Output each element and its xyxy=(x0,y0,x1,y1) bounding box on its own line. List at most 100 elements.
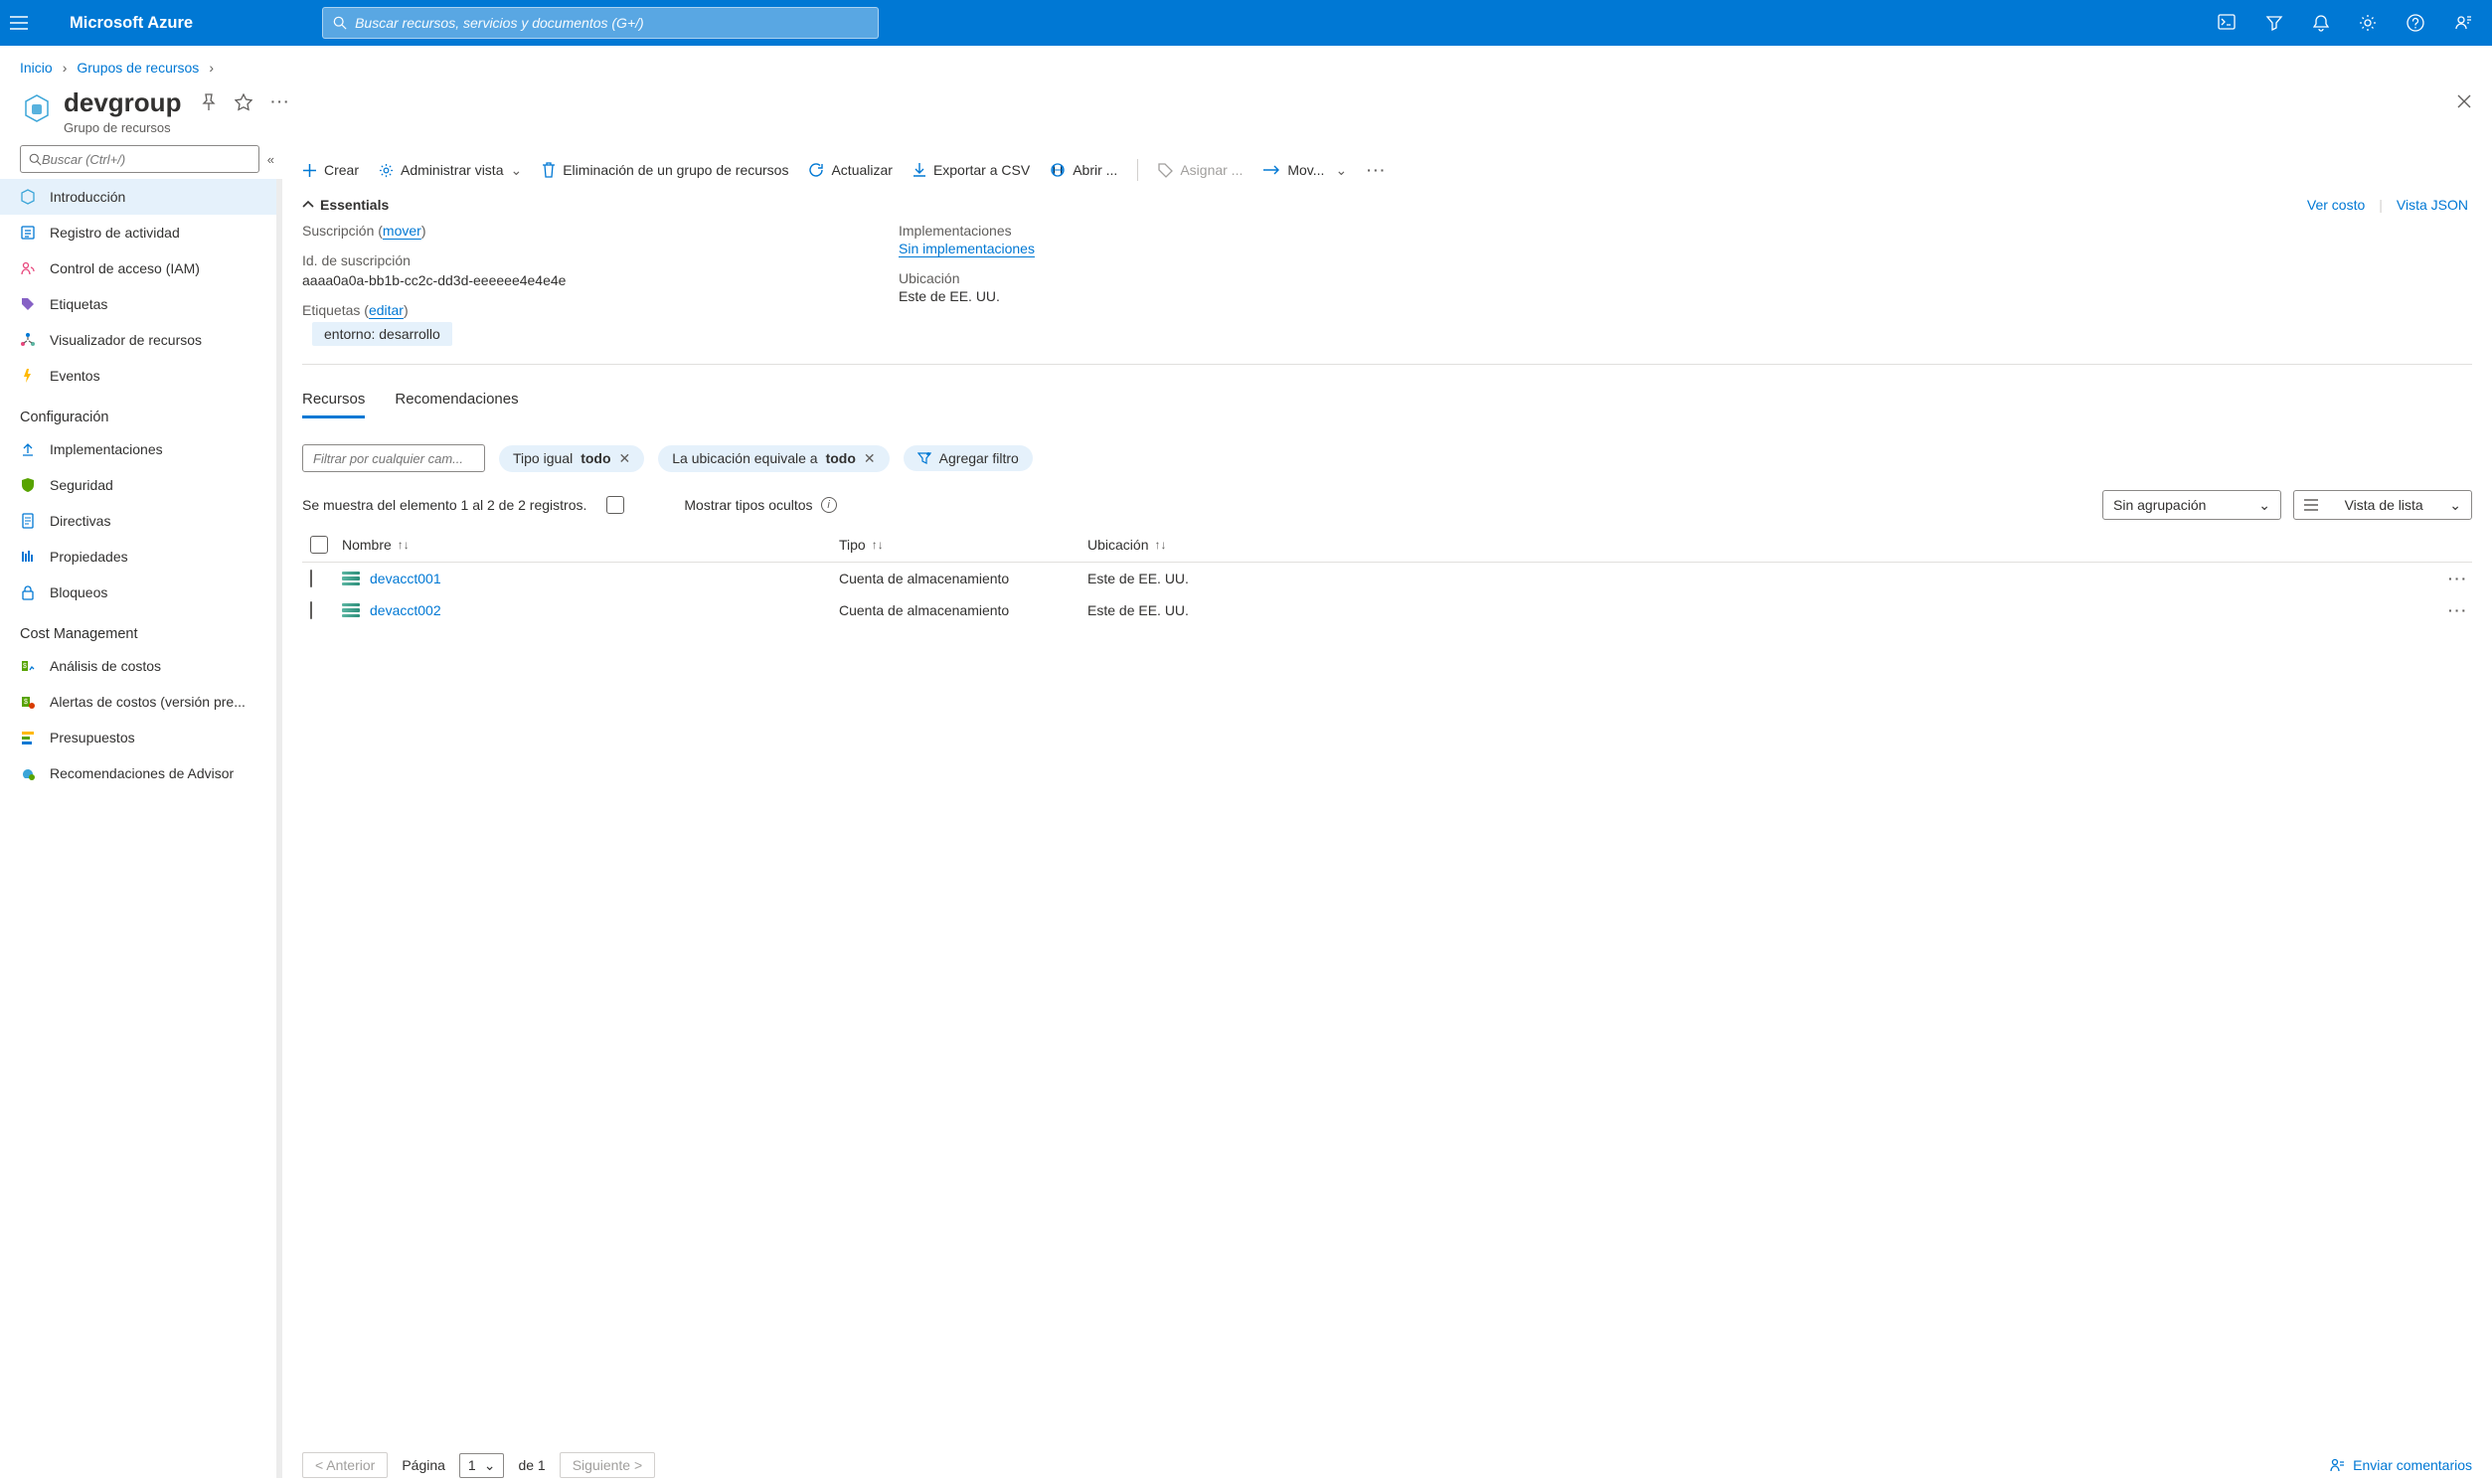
pager-of-label: de 1 xyxy=(518,1457,545,1473)
help-icon[interactable] xyxy=(2407,14,2424,32)
essentials-sep: | xyxy=(2379,197,2383,213)
breadcrumb-home[interactable]: Inicio xyxy=(20,60,53,76)
tags-icon xyxy=(20,296,38,312)
subscription-move-link[interactable]: mover xyxy=(383,223,421,239)
feedback-icon[interactable] xyxy=(2454,14,2472,32)
essentials-col-right: Implementaciones Sin implementaciones Ub… xyxy=(899,223,1415,346)
add-filter-button[interactable]: Agregar filtro xyxy=(904,445,1033,471)
sidebar-item-label: Control de acceso (IAM) xyxy=(50,260,200,276)
view-json-link[interactable]: Vista JSON xyxy=(2397,197,2468,213)
col-name[interactable]: Nombre↑↓ xyxy=(342,537,839,553)
sidebar-item-tags[interactable]: Etiquetas xyxy=(0,286,276,322)
pager-next-button[interactable]: Siguiente > xyxy=(560,1452,655,1478)
resource-link[interactable]: devacct002 xyxy=(370,602,441,618)
sidebar-item-cost-alerts[interactable]: $ Alertas de costos (versión pre... xyxy=(0,684,276,720)
sidebar-item-events[interactable]: Eventos xyxy=(0,358,276,394)
pin-icon[interactable] xyxy=(201,93,217,111)
sidebar-item-security[interactable]: Seguridad xyxy=(0,467,276,503)
notifications-icon[interactable] xyxy=(2313,14,2329,32)
tab-resources[interactable]: Recursos xyxy=(302,391,365,418)
row-checkbox[interactable] xyxy=(302,571,342,586)
sidebar-item-iam[interactable]: Control de acceso (IAM) xyxy=(0,250,276,286)
tags-edit-link[interactable]: editar xyxy=(369,302,404,318)
global-search-input[interactable] xyxy=(355,15,868,31)
row-checkbox[interactable] xyxy=(302,602,342,618)
sidebar-item-locks[interactable]: Bloqueos xyxy=(0,575,276,610)
sidebar-item-budgets[interactable]: Presupuestos xyxy=(0,720,276,755)
row-more-icon[interactable]: ··· xyxy=(1326,602,2472,618)
row-more-icon[interactable]: ··· xyxy=(1326,571,2472,586)
shield-icon xyxy=(20,477,38,493)
chip-label: La ubicación equivale a xyxy=(672,450,817,466)
info-icon[interactable]: i xyxy=(821,497,837,513)
resource-link[interactable]: devacct001 xyxy=(370,571,441,586)
close-icon[interactable]: ✕ xyxy=(864,450,876,467)
location-label: Ubicación xyxy=(899,270,1415,286)
sidebar-item-cost-analysis[interactable]: $ Análisis de costos xyxy=(0,648,276,684)
pager-prev-button[interactable]: < Anterior xyxy=(302,1452,388,1478)
sidebar-search[interactable] xyxy=(20,145,259,173)
sidebar-item-label: Seguridad xyxy=(50,477,113,493)
settings-icon[interactable] xyxy=(2359,14,2377,32)
hamburger-icon[interactable] xyxy=(10,16,50,30)
breadcrumb-groups[interactable]: Grupos de recursos xyxy=(77,60,199,76)
sidebar-item-deployments[interactable]: Implementaciones xyxy=(0,431,276,467)
sort-icon: ↑↓ xyxy=(872,538,884,552)
pager-page-select[interactable]: 1 ⌄ xyxy=(459,1453,505,1478)
favorite-star-icon[interactable] xyxy=(235,93,252,111)
sidebar-item-overview[interactable]: Introducción xyxy=(0,179,276,215)
name-filter-input[interactable] xyxy=(302,444,485,472)
toolbar-more-icon[interactable]: ··· xyxy=(1367,162,1387,178)
sidebar-item-label: Etiquetas xyxy=(50,296,107,312)
col-location[interactable]: Ubicación↑↓ xyxy=(1087,537,1326,553)
sidebar-item-label: Alertas de costos (versión pre... xyxy=(50,694,246,710)
open-query-button[interactable]: Abrir ... xyxy=(1050,162,1117,178)
list-icon xyxy=(2304,499,2318,511)
export-csv-button[interactable]: Exportar a CSV xyxy=(913,162,1030,178)
plus-icon xyxy=(302,163,317,178)
storage-account-icon xyxy=(342,603,360,617)
manage-view-button[interactable]: Administrar vista ⌄ xyxy=(379,162,522,179)
global-search-wrap xyxy=(322,7,879,39)
view-mode-select[interactable]: Vista de lista ⌄ xyxy=(2293,490,2472,520)
close-icon[interactable]: ✕ xyxy=(619,450,631,467)
tag-pill[interactable]: entorno: desarrollo xyxy=(312,322,452,346)
search-icon xyxy=(29,153,42,166)
breadcrumb-sep-icon: › xyxy=(63,60,68,76)
feedback-link[interactable]: Enviar comentarios xyxy=(2329,1457,2472,1473)
sidebar-item-activity-log[interactable]: Registro de actividad xyxy=(0,215,276,250)
header-more-icon[interactable]: ··· xyxy=(270,93,290,111)
global-search[interactable] xyxy=(322,7,879,39)
create-button[interactable]: Crear xyxy=(302,162,359,178)
cost-alerts-icon: $ xyxy=(20,694,38,710)
close-blade-icon[interactable] xyxy=(2456,93,2472,109)
deployments-value-link[interactable]: Sin implementaciones xyxy=(899,241,1415,256)
sidebar-item-policies[interactable]: Directivas xyxy=(0,503,276,539)
directory-filter-icon[interactable] xyxy=(2265,14,2283,32)
essentials-links: Ver costo | Vista JSON xyxy=(2307,197,2468,213)
sidebar-item-resource-visualizer[interactable]: Visualizador de recursos xyxy=(0,322,276,358)
delete-rg-button[interactable]: Eliminación de un grupo de recursos xyxy=(542,162,788,178)
collapse-sidebar-icon[interactable]: « xyxy=(267,152,274,167)
row-location-cell: Este de EE. UU. xyxy=(1087,571,1326,586)
sidebar-item-properties[interactable]: Propiedades xyxy=(0,539,276,575)
select-all-checkbox[interactable] xyxy=(302,536,342,554)
sidebar-item-label: Directivas xyxy=(50,513,110,529)
sidebar-search-input[interactable] xyxy=(42,152,250,167)
sidebar-item-advisor[interactable]: Recomendaciones de Advisor xyxy=(0,755,276,791)
cloud-shell-icon[interactable] xyxy=(2218,14,2236,32)
col-type[interactable]: Tipo↑↓ xyxy=(839,537,1087,553)
move-button[interactable]: Mov... ⌄ xyxy=(1262,162,1347,179)
table-row: devacct001 Cuenta de almacenamiento Este… xyxy=(302,563,2472,594)
chevron-down-icon: ⌄ xyxy=(510,162,522,179)
view-cost-link[interactable]: Ver costo xyxy=(2307,197,2365,213)
chip-value: todo xyxy=(826,450,856,466)
tab-recommendations[interactable]: Recomendaciones xyxy=(395,391,518,418)
filter-chip-location[interactable]: La ubicación equivale a todo ✕ xyxy=(658,445,889,472)
summary-checkbox[interactable] xyxy=(606,496,624,514)
essentials-toggle[interactable]: Essentials xyxy=(302,197,389,213)
refresh-button[interactable]: Actualizar xyxy=(808,162,892,178)
filter-chip-type[interactable]: Tipo igual todo ✕ xyxy=(499,445,644,472)
grouping-select[interactable]: Sin agrupación ⌄ xyxy=(2102,490,2281,520)
assign-tags-button[interactable]: Asignar ... xyxy=(1158,162,1243,178)
